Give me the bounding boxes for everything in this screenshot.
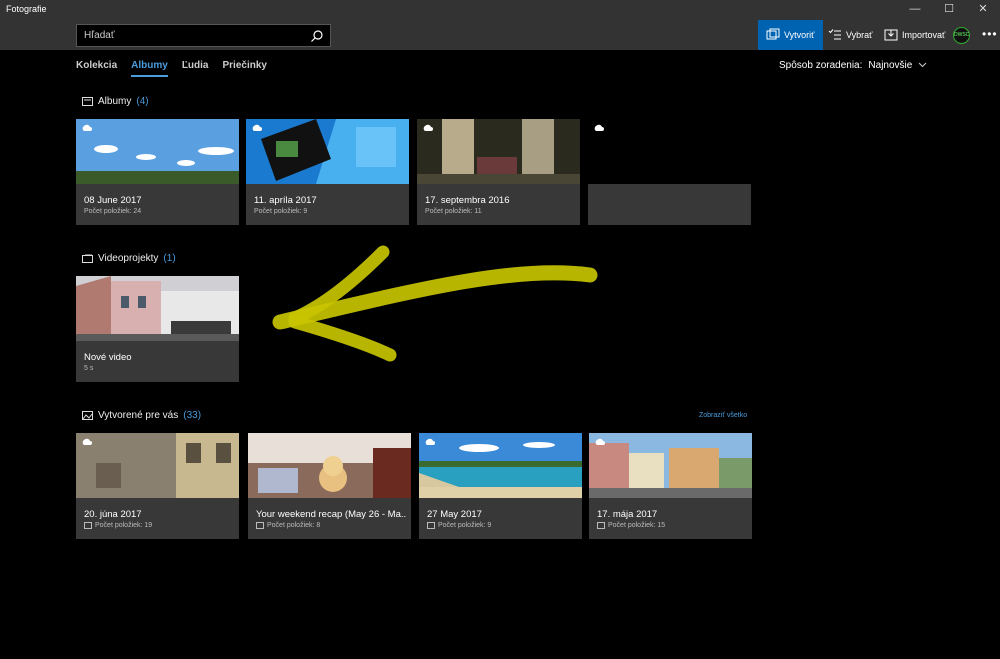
video-duration: 5 s <box>84 365 94 372</box>
avatar[interactable]: DWSC <box>953 27 970 44</box>
cloud-icon <box>423 124 433 131</box>
search-icon[interactable] <box>310 29 324 43</box>
album-card[interactable] <box>588 119 751 225</box>
created-thumbnail <box>419 433 582 498</box>
created-card[interactable]: Your weekend recap (May 26 - Ma... Počet… <box>248 433 411 539</box>
album-card[interactable]: 11. apríla 2017 Počet položiek: 9 <box>246 119 409 225</box>
created-subtitle: Počet položiek: 8 <box>256 522 320 529</box>
maximize-button[interactable]: ☐ <box>932 0 966 18</box>
cloud-icon <box>82 438 92 445</box>
album-icon <box>82 97 93 106</box>
cloud-icon <box>425 438 435 445</box>
album-card[interactable]: 17. septembra 2016 Počet položiek: 11 <box>417 119 580 225</box>
album-subtitle: Počet položiek: 11 <box>425 208 482 215</box>
created-card[interactable]: 27 May 2017 Počet položiek: 9 <box>419 433 582 539</box>
album-icon <box>256 522 264 529</box>
created-title: 27 May 2017 <box>427 509 482 520</box>
video-section-header: Videoprojekty (1) <box>82 253 176 264</box>
annotation-arrow <box>272 245 598 362</box>
search-box[interactable] <box>76 24 331 47</box>
created-section-title: Vytvorené pre vás <box>98 410 179 421</box>
album-title: 17. septembra 2016 <box>425 195 510 206</box>
created-subtitle: Počet položiek: 15 <box>597 522 665 529</box>
cloud-icon <box>595 438 605 445</box>
title-bar: Fotografie — ☐ ✕ Vytvoriť Vybrať Impo <box>0 0 1000 50</box>
cloud-icon <box>82 124 92 131</box>
album-icon <box>84 522 92 529</box>
created-thumbnail <box>248 433 411 498</box>
video-section-count: (1) <box>163 253 176 264</box>
created-thumbnail <box>589 433 752 498</box>
albums-section-header: Albumy (4) <box>82 96 149 107</box>
album-icon <box>597 522 605 529</box>
tab-albumy[interactable]: Albumy <box>131 60 168 77</box>
video-section-title: Videoprojekty <box>98 253 159 264</box>
created-card[interactable]: 20. júna 2017 Počet položiek: 19 <box>76 433 239 539</box>
select-icon <box>828 29 841 40</box>
minimize-button[interactable]: — <box>898 0 932 18</box>
search-input[interactable] <box>77 25 302 46</box>
tab-ludia[interactable]: Ľudia <box>182 60 209 74</box>
created-subtitle: Počet položiek: 19 <box>84 522 152 529</box>
nav-tabs: Kolekcia Albumy Ľudia Priečinky <box>76 60 281 77</box>
album-card[interactable]: 08 June 2017 Počet položiek: 24 <box>76 119 239 225</box>
created-title: 17. mája 2017 <box>597 509 658 520</box>
import-button[interactable]: Importovať <box>876 20 953 50</box>
album-thumbnail <box>588 119 751 184</box>
album-thumbnail <box>417 119 580 184</box>
import-label: Importovať <box>902 30 946 40</box>
create-label: Vytvoriť <box>784 30 815 40</box>
video-project-icon <box>82 254 93 263</box>
album-subtitle: Počet položiek: 24 <box>84 208 142 215</box>
albums-section-count: (4) <box>136 96 149 107</box>
tab-priecinky[interactable]: Priečinky <box>222 60 266 74</box>
created-section-header: Vytvorené pre vás (33) <box>82 410 201 421</box>
import-icon <box>884 29 898 41</box>
create-button[interactable]: Vytvoriť <box>758 20 823 50</box>
app-title: Fotografie <box>6 4 47 14</box>
created-for-you-icon <box>82 411 93 420</box>
albums-section-title: Albumy <box>98 96 132 107</box>
album-thumbnail <box>76 119 239 184</box>
create-icon <box>766 28 780 40</box>
cloud-icon <box>594 124 604 131</box>
sort-control[interactable]: Spôsob zoradenia: Najnovšie <box>779 60 927 71</box>
video-project-card[interactable]: Nové video 5 s <box>76 276 239 382</box>
created-title: Your weekend recap (May 26 - Ma... <box>256 509 406 520</box>
created-thumbnail <box>76 433 239 498</box>
more-options-button[interactable]: ••• <box>982 27 998 41</box>
sort-label: Spôsob zoradenia: <box>779 60 863 71</box>
created-section-count: (33) <box>183 410 202 421</box>
video-title: Nové video <box>84 352 132 363</box>
created-card[interactable]: 17. mája 2017 Počet položiek: 15 <box>589 433 752 539</box>
album-icon <box>427 522 435 529</box>
sort-value[interactable]: Najnovšie <box>868 60 912 71</box>
select-label: Vybrať <box>846 30 873 40</box>
chevron-down-icon[interactable] <box>918 60 927 69</box>
album-thumbnail <box>246 119 409 184</box>
album-title: 08 June 2017 <box>84 195 142 206</box>
see-all-link[interactable]: Zobraziť všetko <box>699 412 747 419</box>
video-thumbnail <box>76 276 239 341</box>
cloud-icon <box>252 124 262 131</box>
album-subtitle: Počet položiek: 9 <box>254 208 308 215</box>
album-title: 11. apríla 2017 <box>254 195 317 206</box>
close-button[interactable]: ✕ <box>966 0 1000 18</box>
created-title: 20. júna 2017 <box>84 509 142 520</box>
created-subtitle: Počet položiek: 9 <box>427 522 491 529</box>
select-button[interactable]: Vybrať <box>820 20 881 50</box>
tab-kolekcia[interactable]: Kolekcia <box>76 60 117 74</box>
